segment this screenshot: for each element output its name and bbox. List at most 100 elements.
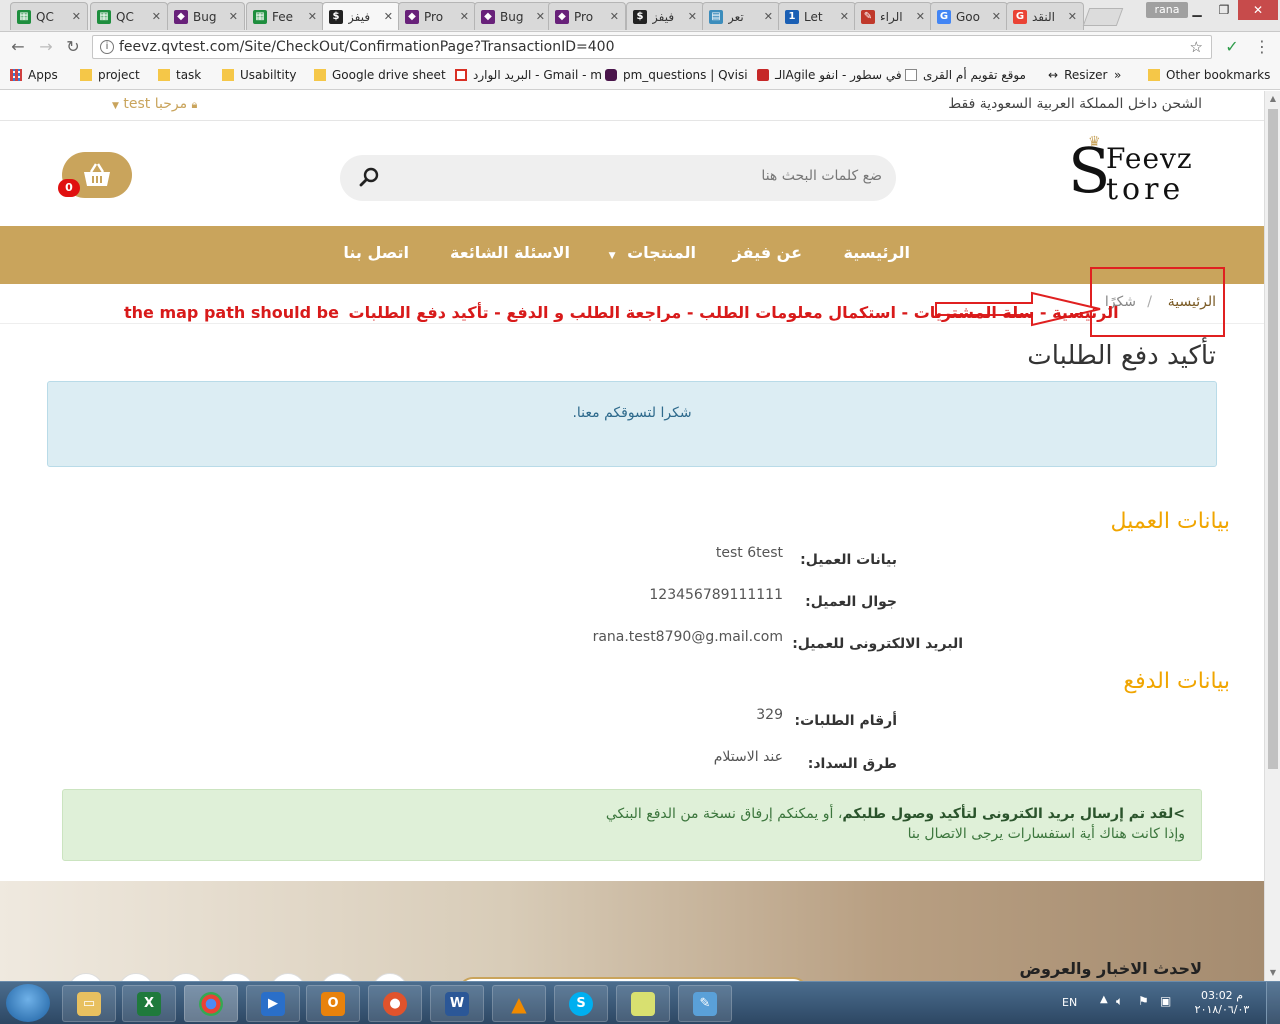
bookmark-item[interactable]: project bbox=[80, 68, 140, 82]
speaker-icon[interactable]: 🔈︎ bbox=[1116, 994, 1123, 1009]
tab-close-icon[interactable]: ✕ bbox=[992, 10, 1001, 23]
social-icon[interactable] bbox=[320, 973, 356, 981]
chrome-icon[interactable] bbox=[184, 985, 238, 1022]
new-tab-button[interactable] bbox=[1082, 8, 1124, 26]
tab-title: Pro bbox=[574, 9, 594, 24]
action-center-icon[interactable]: ⚑ bbox=[1138, 994, 1149, 1008]
tab-close-icon[interactable]: ✕ bbox=[72, 10, 81, 23]
paint-icon[interactable]: ✎ bbox=[678, 985, 732, 1022]
search-icon[interactable] bbox=[358, 166, 380, 188]
star-icon[interactable]: ☆ bbox=[1190, 36, 1203, 58]
nav-item-products[interactable]: المنتجات ▼ bbox=[609, 243, 696, 262]
nav-item-home[interactable]: الرئيسية bbox=[844, 243, 911, 262]
extension-icon[interactable]: ✓ bbox=[1222, 37, 1242, 57]
bookmark-item[interactable]: Usabiltity bbox=[222, 68, 297, 82]
email-confirmation-notice: >لقد تم إرسال بريد الكترونى لتأكيد وصول … bbox=[62, 789, 1202, 861]
bookmark-item[interactable]: ↔ Resizer bbox=[1048, 68, 1107, 82]
tab-favicon-icon: ▦ bbox=[97, 9, 111, 24]
bookmark-item[interactable]: Other bookmarks bbox=[1148, 68, 1270, 82]
show-desktop-button[interactable] bbox=[1266, 982, 1280, 1024]
social-icon[interactable] bbox=[118, 973, 154, 981]
nav-item-about[interactable]: عن فيفز bbox=[733, 243, 802, 262]
browser-tab[interactable]: ▤ تعر ✕ bbox=[702, 2, 780, 30]
minimize-icon[interactable]: ▁ bbox=[1182, 0, 1212, 20]
bookmark-item[interactable]: Google drive sheet bbox=[314, 68, 446, 82]
search-input[interactable]: ضع كلمات البحث هنا bbox=[761, 168, 882, 184]
bookmark-item[interactable]: الـAgile في سطور - انفو bbox=[757, 68, 902, 82]
sticky-notes-icon[interactable] bbox=[616, 985, 670, 1022]
network-icon[interactable]: ▣ bbox=[1160, 994, 1171, 1008]
social-icon[interactable] bbox=[168, 973, 204, 981]
tab-close-icon[interactable]: ✕ bbox=[1068, 10, 1077, 23]
browser-tab[interactable]: $ فيفز ✕ bbox=[626, 2, 704, 30]
browser-tab[interactable]: ◆ Bug ✕ bbox=[167, 2, 245, 30]
clock[interactable]: 03:02 م ٢٠١٨/٠٦/٠٣ bbox=[1192, 989, 1252, 1017]
forward-arrow-icon[interactable]: → bbox=[36, 37, 56, 57]
tab-close-icon[interactable]: ✕ bbox=[229, 10, 238, 23]
bookmark-item[interactable]: Apps bbox=[10, 68, 58, 82]
welcome-user-menu[interactable]: 🔒︎ مرحبا test ▼ bbox=[112, 96, 197, 112]
tab-close-icon[interactable]: ✕ bbox=[152, 10, 161, 23]
scroll-down-icon[interactable]: ▼ bbox=[1265, 965, 1280, 981]
language-indicator[interactable]: EN bbox=[1062, 996, 1077, 1009]
tab-close-icon[interactable]: ✕ bbox=[460, 10, 469, 23]
tab-close-icon[interactable]: ✕ bbox=[840, 10, 849, 23]
tab-close-icon[interactable]: ✕ bbox=[916, 10, 925, 23]
browser-tab[interactable]: ▦ Fee ✕ bbox=[246, 2, 324, 30]
social-icon[interactable] bbox=[68, 973, 104, 981]
tab-title: Bug bbox=[193, 9, 217, 24]
windows-start-icon[interactable] bbox=[6, 984, 50, 1022]
info-icon[interactable]: i bbox=[100, 40, 114, 54]
media-player-icon[interactable]: ▶ bbox=[246, 985, 300, 1022]
nav-item-contact[interactable]: اتصل بنا bbox=[343, 243, 409, 262]
browser-tab[interactable]: G Goo ✕ bbox=[930, 2, 1008, 30]
browser-tab[interactable]: ✎ الراء ✕ bbox=[854, 2, 932, 30]
browser-tab[interactable]: ▦ QC ✕ bbox=[10, 2, 88, 30]
outlook-icon[interactable]: O bbox=[306, 985, 360, 1022]
browser-tab[interactable]: ▦ QC ✕ bbox=[90, 2, 168, 30]
show-hidden-icons-icon[interactable]: ▲ bbox=[1100, 994, 1108, 1005]
browser-tab[interactable]: G النقد ✕ bbox=[1006, 2, 1084, 30]
browser-tab[interactable]: 1 Let ✕ bbox=[778, 2, 856, 30]
address-bar[interactable]: i feevz.qvtest.com/Site/CheckOut/Confirm… bbox=[92, 35, 1212, 59]
scroll-up-icon[interactable]: ▲ bbox=[1265, 91, 1280, 107]
browser-tab[interactable]: ◆ Pro ✕ bbox=[398, 2, 476, 30]
tab-close-icon[interactable]: ✕ bbox=[536, 10, 545, 23]
tab-close-icon[interactable]: ✕ bbox=[610, 10, 619, 23]
social-icon[interactable] bbox=[218, 973, 254, 981]
bookmark-item[interactable]: » bbox=[1114, 68, 1121, 82]
bookmark-label: Other bookmarks bbox=[1166, 68, 1271, 82]
tab-close-icon[interactable]: ✕ bbox=[764, 10, 773, 23]
reload-icon[interactable]: ↻ bbox=[63, 37, 83, 57]
browser-toolbar: ← → ↻ i feevz.qvtest.com/Site/CheckOut/C… bbox=[0, 32, 1280, 62]
vlc-icon[interactable]: ▲ bbox=[492, 985, 546, 1022]
tab-close-icon[interactable]: ✕ bbox=[308, 10, 317, 23]
firefox-icon[interactable]: ● bbox=[368, 985, 422, 1022]
scrollbar-thumb[interactable] bbox=[1268, 109, 1278, 769]
tab-close-icon[interactable]: ✕ bbox=[384, 10, 393, 23]
skype-icon[interactable]: S bbox=[554, 985, 608, 1022]
back-arrow-icon[interactable]: ← bbox=[8, 37, 28, 57]
browser-tab[interactable]: $ فيفز ✕ bbox=[322, 2, 400, 30]
tab-close-icon[interactable]: ✕ bbox=[688, 10, 697, 23]
close-window-icon[interactable]: ✕ bbox=[1238, 0, 1278, 20]
bookmark-item[interactable]: task bbox=[158, 68, 201, 82]
word-icon[interactable]: W bbox=[430, 985, 484, 1022]
browser-tab[interactable]: ◆ Bug ✕ bbox=[474, 2, 552, 30]
browser-tab[interactable]: ◆ Pro ✕ bbox=[548, 2, 626, 30]
browser-tab-strip: rana ▁ ❐ ✕ ▦ QC ✕ ▦ QC ✕ ◆ Bug ✕ ▦ Fee ✕ $ فيفز ✕ ◆ Pro ✕… bbox=[0, 0, 1280, 32]
menu-dots-icon[interactable]: ⋮ bbox=[1252, 37, 1272, 57]
search-box[interactable]: ضع كلمات البحث هنا bbox=[340, 155, 896, 201]
file-explorer-icon[interactable]: ▭ bbox=[62, 985, 116, 1022]
page-scrollbar[interactable]: ▲ ▼ bbox=[1264, 91, 1280, 981]
bookmark-item[interactable]: pm_questions | Qvisi bbox=[605, 68, 748, 82]
feevz-store-logo[interactable]: ♛ S Feevz tore bbox=[1068, 134, 1208, 214]
restore-icon[interactable]: ❐ bbox=[1212, 0, 1236, 20]
bookmark-item[interactable]: البريد الوارد - Gmail - m bbox=[455, 68, 602, 82]
social-icon[interactable] bbox=[270, 973, 306, 981]
nav-item-faq[interactable]: الاسئلة الشائعة bbox=[450, 243, 570, 262]
social-icon[interactable] bbox=[372, 973, 408, 981]
logo-initial: S bbox=[1068, 134, 1111, 207]
bookmark-item[interactable]: موقع تقويم أم القرى bbox=[905, 68, 1026, 82]
excel-icon[interactable]: X bbox=[122, 985, 176, 1022]
